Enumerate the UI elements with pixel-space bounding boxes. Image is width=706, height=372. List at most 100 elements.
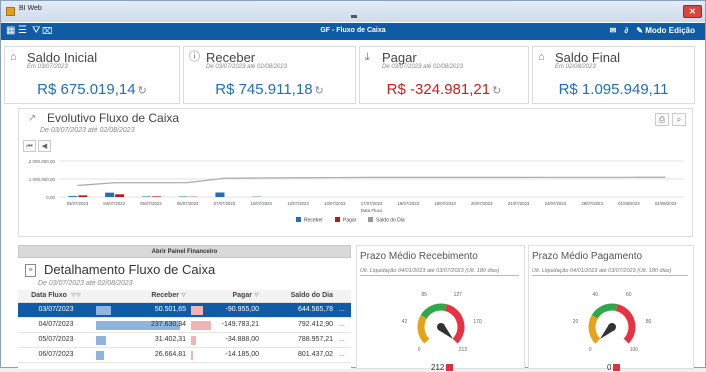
detalhamento-title: Detalhamento Fluxo de Caixa bbox=[44, 262, 215, 277]
cell-receber: 31.402,31 bbox=[94, 332, 189, 347]
gauge-subtitle: Ult. Liquidação 04/01/2023 até 03/07/202… bbox=[360, 268, 519, 276]
kpi-subtitle: De 03/07/2023 até 02/08/2023 bbox=[382, 64, 463, 70]
kpi-saldo-inicial: ⌂ Saldo Inicial Em 03/07/2023 R$ 675.019… bbox=[4, 46, 180, 104]
column-header-label: Data Fluxo bbox=[31, 292, 67, 299]
cell-pagar: -149.783,21 bbox=[189, 317, 262, 332]
drill-icon[interactable]: ↻ bbox=[138, 85, 147, 97]
row-more-icon[interactable]: ... bbox=[336, 317, 351, 332]
table-row[interactable]: 04/07/2023237.630,34-149.783,21792.412,9… bbox=[18, 317, 351, 332]
edit-mode-label: Modo Edição bbox=[645, 26, 695, 35]
row-more-icon[interactable]: ... bbox=[336, 302, 351, 317]
email-icon[interactable]: ✉ bbox=[610, 26, 617, 35]
close-window-button[interactable]: ✕ bbox=[683, 5, 702, 18]
gauge-subtitle: Ult. Liquidação 04/01/2023 até 03/07/202… bbox=[532, 268, 688, 276]
receber-bar bbox=[142, 196, 151, 197]
legend-swatch bbox=[368, 217, 373, 222]
legend-label: Receber bbox=[304, 218, 323, 224]
zoom-icon[interactable]: ⌕ bbox=[672, 113, 686, 126]
kpi-saldo-final: ⌂ Saldo Final Em 02/08/2023 R$ 1.095.949… bbox=[532, 46, 695, 104]
window-titlebar: BI Web ✕ bbox=[1, 1, 705, 22]
page-title: GF - Fluxo de Caixa bbox=[1, 27, 705, 34]
filter-icon[interactable]: ⛛⛛ bbox=[71, 293, 81, 299]
column-header-pagar[interactable]: Pagar⛛ bbox=[189, 290, 262, 302]
x-tick-label: 02/08/2023 bbox=[655, 201, 677, 206]
prazo-pagamento-panel: Prazo Médio Pagamento Ult. Liquidação 04… bbox=[528, 245, 694, 369]
first-page-button[interactable]: ⏮ bbox=[23, 140, 36, 152]
print-icon[interactable]: ⎙ bbox=[655, 113, 669, 126]
detalhamento-panel: ≡ Detalhamento Fluxo de Caixa De 03/07/2… bbox=[18, 259, 351, 369]
edit-mode-button[interactable]: ✎ Modo Edição bbox=[636, 26, 695, 35]
cell-date: 03/07/2023 bbox=[18, 302, 94, 317]
window-drag-handle-icon[interactable] bbox=[351, 15, 357, 18]
gauge-tick-label: 20 bbox=[573, 319, 579, 325]
gauge-band-green bbox=[424, 307, 446, 317]
gauge-tick-label: 100 bbox=[630, 347, 639, 353]
column-header-saldo[interactable]: Saldo do Dia bbox=[262, 290, 336, 302]
cell-text: 644.565,78 bbox=[298, 306, 333, 313]
pagar-bar bbox=[115, 194, 124, 197]
x-tick-label: 07/07/2023 bbox=[214, 201, 236, 206]
drill-icon[interactable]: ↻ bbox=[492, 85, 501, 97]
x-tick-label: 13/07/2023 bbox=[324, 201, 346, 206]
pagar-bar bbox=[191, 306, 203, 315]
open-financial-panel-button[interactable]: Abrir Painel Financeiro bbox=[18, 245, 351, 258]
link-icon[interactable]: ∂ bbox=[624, 26, 628, 35]
gauge-band-red bbox=[617, 308, 632, 342]
app-window: BI Web ✕ ▦ ☰ ⛛ ⌧ GF - Fluxo de Caixa ✉ ∂… bbox=[0, 0, 706, 368]
gauge-tick-label: 85 bbox=[421, 292, 427, 298]
cell-text: 06/07/2023 bbox=[38, 351, 73, 358]
legend-label: Pagar bbox=[343, 218, 357, 224]
kpi-value-text: R$ 675.019,14 bbox=[37, 81, 135, 98]
kpi-value: R$ 675.019,14↻ bbox=[5, 81, 179, 98]
cell-text: 03/07/2023 bbox=[38, 306, 73, 313]
evolutivo-subtitle: De 03/07/2023 até 02/08/2023 bbox=[40, 127, 135, 134]
kpi-receber: ⓘ Receber De 03/07/2023 até 02/08/2023 R… bbox=[183, 46, 356, 104]
table-row[interactable]: 05/07/202331.402,31-34.888,00788.957,21.… bbox=[18, 332, 351, 347]
gauge-band-red bbox=[446, 308, 461, 342]
cell-pagar: -34.888,00 bbox=[189, 332, 262, 347]
gauge-needle-hub bbox=[437, 323, 445, 331]
cell-pagar: -90.955,00 bbox=[189, 302, 262, 317]
gauge-tick-label: 127 bbox=[454, 292, 463, 298]
evolutivo-chart: 2.000.000,001.000.000,000,0003/07/202304… bbox=[19, 154, 692, 236]
cell-saldo: 788.957,21 bbox=[262, 332, 336, 347]
column-header-label: Pagar bbox=[232, 292, 251, 299]
cell-date: 04/07/2023 bbox=[18, 317, 94, 332]
kpi-title: Pagar bbox=[382, 50, 417, 65]
cell-receber: 237.630,34 bbox=[94, 317, 189, 332]
gauge-tick-label: 40 bbox=[592, 292, 598, 298]
row-more-icon[interactable]: ... bbox=[336, 347, 351, 362]
row-more-icon[interactable]: ... bbox=[336, 332, 351, 347]
gauge-tick-label: 0 bbox=[418, 347, 421, 353]
prev-page-button[interactable]: ◀ bbox=[38, 140, 51, 152]
cell-saldo: 644.565,78 bbox=[262, 302, 336, 317]
gauge-title: Prazo Médio Recebimento bbox=[360, 251, 478, 262]
drill-icon[interactable]: ↻ bbox=[315, 85, 324, 97]
prazo-recebimento-gauge: 85127421700212 bbox=[357, 280, 526, 365]
column-header-date[interactable]: Data Fluxo ⛛⛛ bbox=[18, 290, 94, 302]
gauge-tick-label: 212 bbox=[459, 347, 468, 353]
gauge-tick-label: 170 bbox=[473, 319, 482, 325]
kpi-value-text: R$ 745.911,18 bbox=[215, 81, 312, 98]
legend-label: Saldo do Dia bbox=[376, 218, 405, 224]
cell-text: 26.664,81 bbox=[155, 351, 186, 358]
cell-pagar: -14.185,00 bbox=[189, 347, 262, 362]
cell-text: 50.501,65 bbox=[155, 306, 186, 313]
kpi-subtitle: Em 02/08/2023 bbox=[555, 64, 596, 70]
x-tick-label: 24/07/2023 bbox=[545, 201, 567, 206]
cell-text: -149.783,21 bbox=[222, 321, 259, 328]
receber-bar bbox=[96, 336, 106, 345]
filter-icon[interactable]: ⛛ bbox=[181, 293, 186, 299]
table-row[interactable]: 03/07/2023 50.501,65-90.955,00 644.565,78.… bbox=[18, 302, 351, 317]
table-row[interactable]: 06/07/202326.664,81-14.185,00801.437,02.… bbox=[18, 347, 351, 362]
receber-bar bbox=[68, 196, 77, 197]
safe-icon: ⌂ bbox=[538, 51, 550, 63]
detalhamento-table: Data Fluxo ⛛⛛ Receber⛛ Pagar⛛ Saldo do D… bbox=[18, 290, 351, 363]
gauge-tick-label: 80 bbox=[646, 319, 652, 325]
filter-icon[interactable]: ⛛ bbox=[254, 293, 259, 299]
column-header-receber[interactable]: Receber⛛ bbox=[94, 290, 189, 302]
y-tick-label: 2.000.000,00 bbox=[29, 159, 56, 164]
x-tick-label: 19/07/2023 bbox=[434, 201, 456, 206]
gauge-band-green bbox=[595, 307, 617, 317]
cell-text: 788.957,21 bbox=[298, 336, 333, 343]
